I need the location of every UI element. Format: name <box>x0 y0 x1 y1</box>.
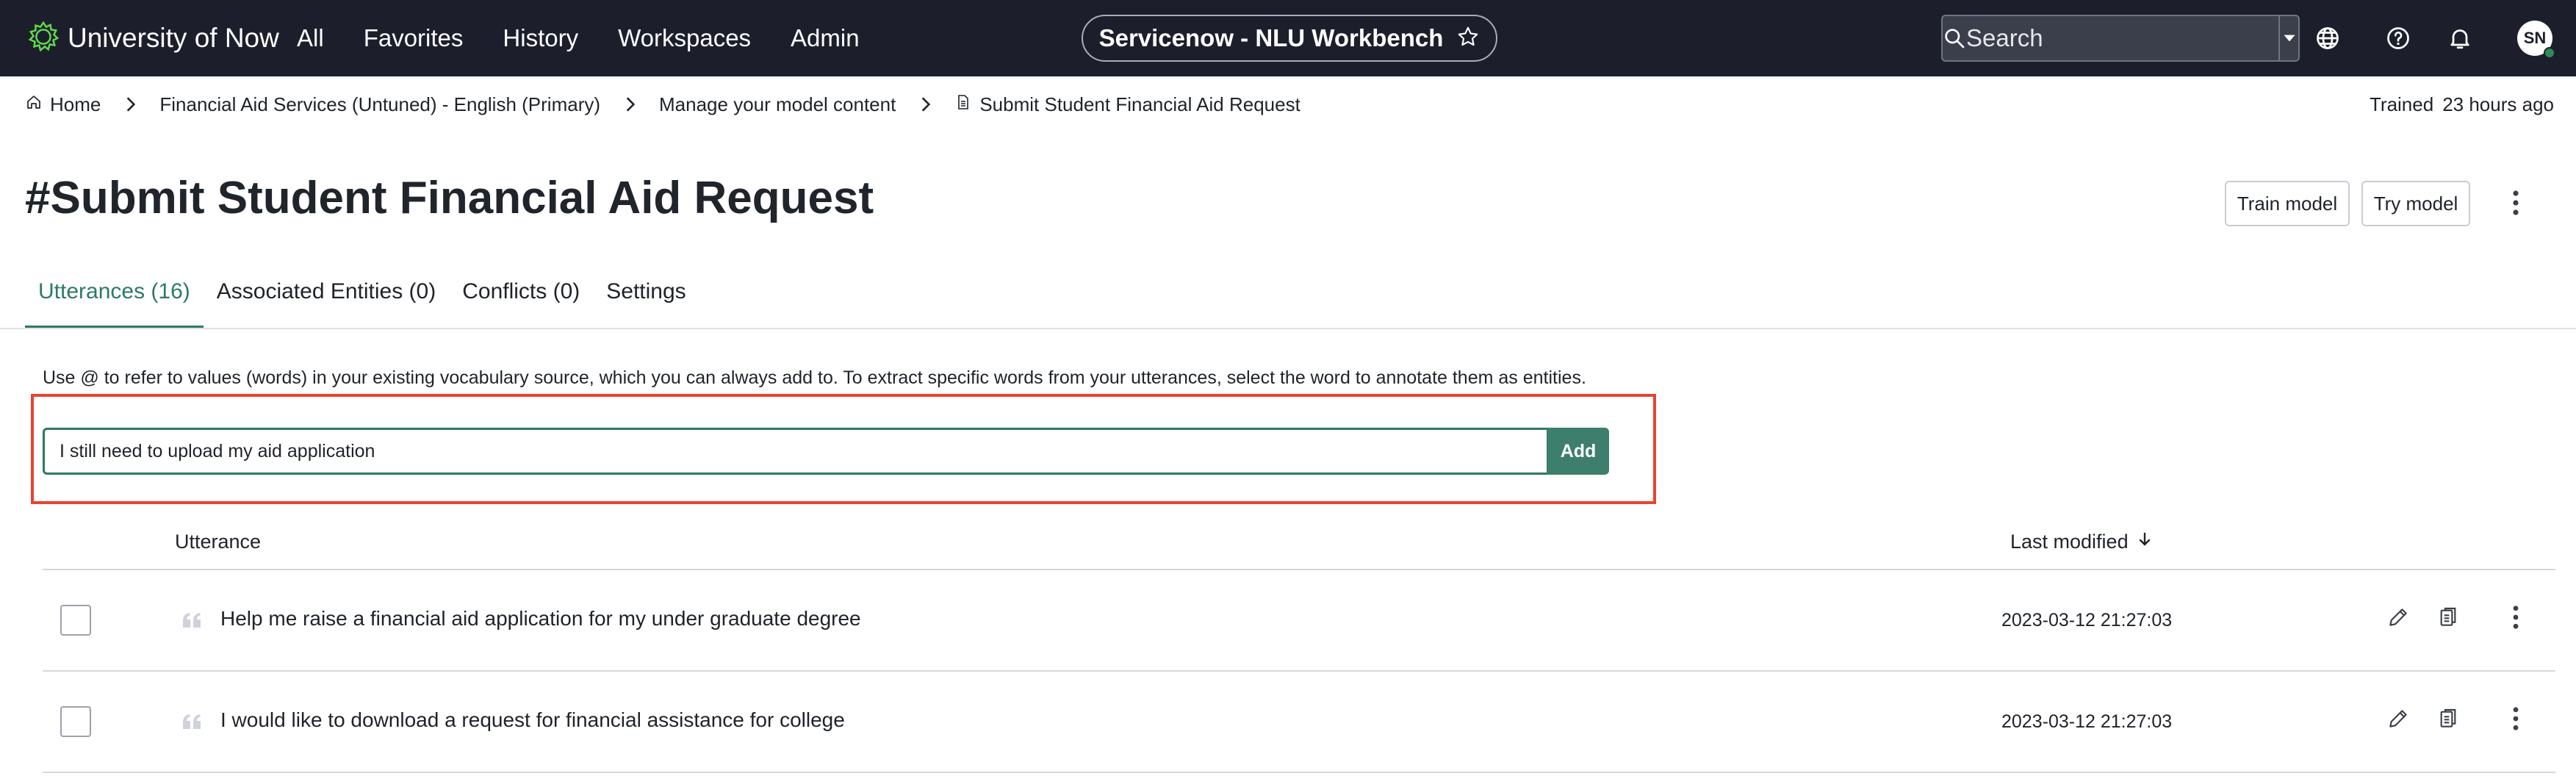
home-icon <box>25 93 43 116</box>
star-outline-icon[interactable] <box>1456 25 1480 52</box>
trained-time: 23 hours ago <box>2442 93 2554 115</box>
tabs-divider <box>0 328 2576 329</box>
row-more-options-icon[interactable] <box>2501 704 2530 733</box>
breadcrumb-application[interactable]: Financial Aid Services (Untuned) - Engli… <box>159 93 600 116</box>
nav-history[interactable]: History <box>503 24 578 52</box>
nav-admin[interactable]: Admin <box>791 24 860 52</box>
main-nav: All Favorites History Workspaces Admin <box>297 0 899 76</box>
breadcrumb-current-intent: Submit Student Financial Aid Request <box>954 93 1300 116</box>
more-options-icon[interactable] <box>2501 181 2530 225</box>
breadcrumb-manage-content[interactable]: Manage your model content <box>659 93 896 116</box>
column-header-utterance-label: Utterance <box>175 531 262 553</box>
caret-down-icon <box>2284 35 2295 42</box>
avatar-initials: SN <box>2523 29 2547 47</box>
breadcrumb-current-label: Submit Student Financial Aid Request <box>979 93 1300 115</box>
row-checkbox[interactable] <box>60 706 91 737</box>
globe-icon[interactable] <box>2310 21 2345 56</box>
table-row: I would like to download a request for f… <box>43 672 2555 773</box>
nav-favorites[interactable]: Favorites <box>364 24 464 52</box>
breadcrumb-home[interactable]: Home <box>25 93 101 116</box>
document-icon <box>954 93 972 116</box>
utterance-text[interactable]: Help me raise a financial aid applicatio… <box>220 607 861 630</box>
trained-status: Trained 23 hours ago <box>2370 90 2554 119</box>
search-icon <box>1943 16 1966 60</box>
try-model-button[interactable]: Try model <box>2361 181 2470 226</box>
row-more-options-icon[interactable] <box>2501 603 2530 632</box>
global-search <box>1941 15 2300 62</box>
table-row: Help me raise a financial aid applicatio… <box>43 570 2555 672</box>
presence-status-dot <box>2544 47 2555 59</box>
avatar[interactable]: SN <box>2517 21 2555 59</box>
breadcrumb: Home Financial Aid Services (Untuned) - … <box>25 90 1300 119</box>
brand[interactable]: University of Now <box>26 0 279 76</box>
copy-clipboard-icon[interactable] <box>2433 603 2463 632</box>
tab-utterances[interactable]: Utterances (16) <box>25 273 204 329</box>
edit-pencil-icon[interactable] <box>2383 704 2413 733</box>
utterance-input[interactable] <box>43 428 1549 475</box>
nav-workspaces[interactable]: Workspaces <box>618 24 751 52</box>
context-pill[interactable]: Servicenow - NLU Workbench <box>1082 15 1497 62</box>
row-checkbox[interactable] <box>60 605 91 636</box>
tab-associated-entities[interactable]: Associated Entities (0) <box>204 273 449 329</box>
last-modified-date: 2023-03-12 21:27:03 <box>2001 711 2173 732</box>
brand-name: University of Now <box>68 23 279 53</box>
help-circle-icon[interactable] <box>2381 21 2416 56</box>
utterance-help-text: Use @ to refer to values (words) in your… <box>43 367 1586 388</box>
intent-tabs: Utterances (16) Associated Entities (0) … <box>25 273 699 329</box>
top-navigation-bar: University of Now All Favorites History … <box>0 0 2576 76</box>
copy-clipboard-icon[interactable] <box>2433 704 2463 733</box>
utterance-text[interactable]: I would like to download a request for f… <box>220 708 845 732</box>
gear-leaf-logo-icon <box>26 20 60 57</box>
sort-arrow-down-icon <box>2136 531 2154 553</box>
table-row-divider <box>43 772 2555 773</box>
column-header-last-modified[interactable]: Last modified <box>2010 531 2154 553</box>
last-modified-date: 2023-03-12 21:27:03 <box>2001 610 2173 630</box>
chevron-right-icon <box>621 95 640 114</box>
add-utterance-button[interactable]: Add <box>1547 428 1609 475</box>
search-scope-dropdown[interactable] <box>2278 16 2299 60</box>
search-input[interactable] <box>1966 16 2278 60</box>
tab-settings[interactable]: Settings <box>593 273 699 329</box>
quote-icon <box>181 609 203 631</box>
context-title: Servicenow - NLU Workbench <box>1098 24 1444 51</box>
train-model-button[interactable]: Train model <box>2225 181 2350 226</box>
page-title: #Submit Student Financial Aid Request <box>25 173 874 223</box>
tab-conflicts[interactable]: Conflicts (0) <box>449 273 593 329</box>
quote-icon <box>181 711 203 733</box>
edit-pencil-icon[interactable] <box>2383 603 2413 632</box>
chevron-right-icon <box>916 95 935 114</box>
chevron-right-icon <box>121 95 140 114</box>
column-header-utterance[interactable]: Utterance <box>175 531 261 553</box>
trained-label: Trained <box>2370 93 2434 115</box>
bell-icon[interactable] <box>2442 21 2478 56</box>
column-header-last-modified-label: Last modified <box>2010 531 2129 553</box>
breadcrumb-home-label: Home <box>50 93 101 115</box>
nav-all[interactable]: All <box>297 24 324 52</box>
